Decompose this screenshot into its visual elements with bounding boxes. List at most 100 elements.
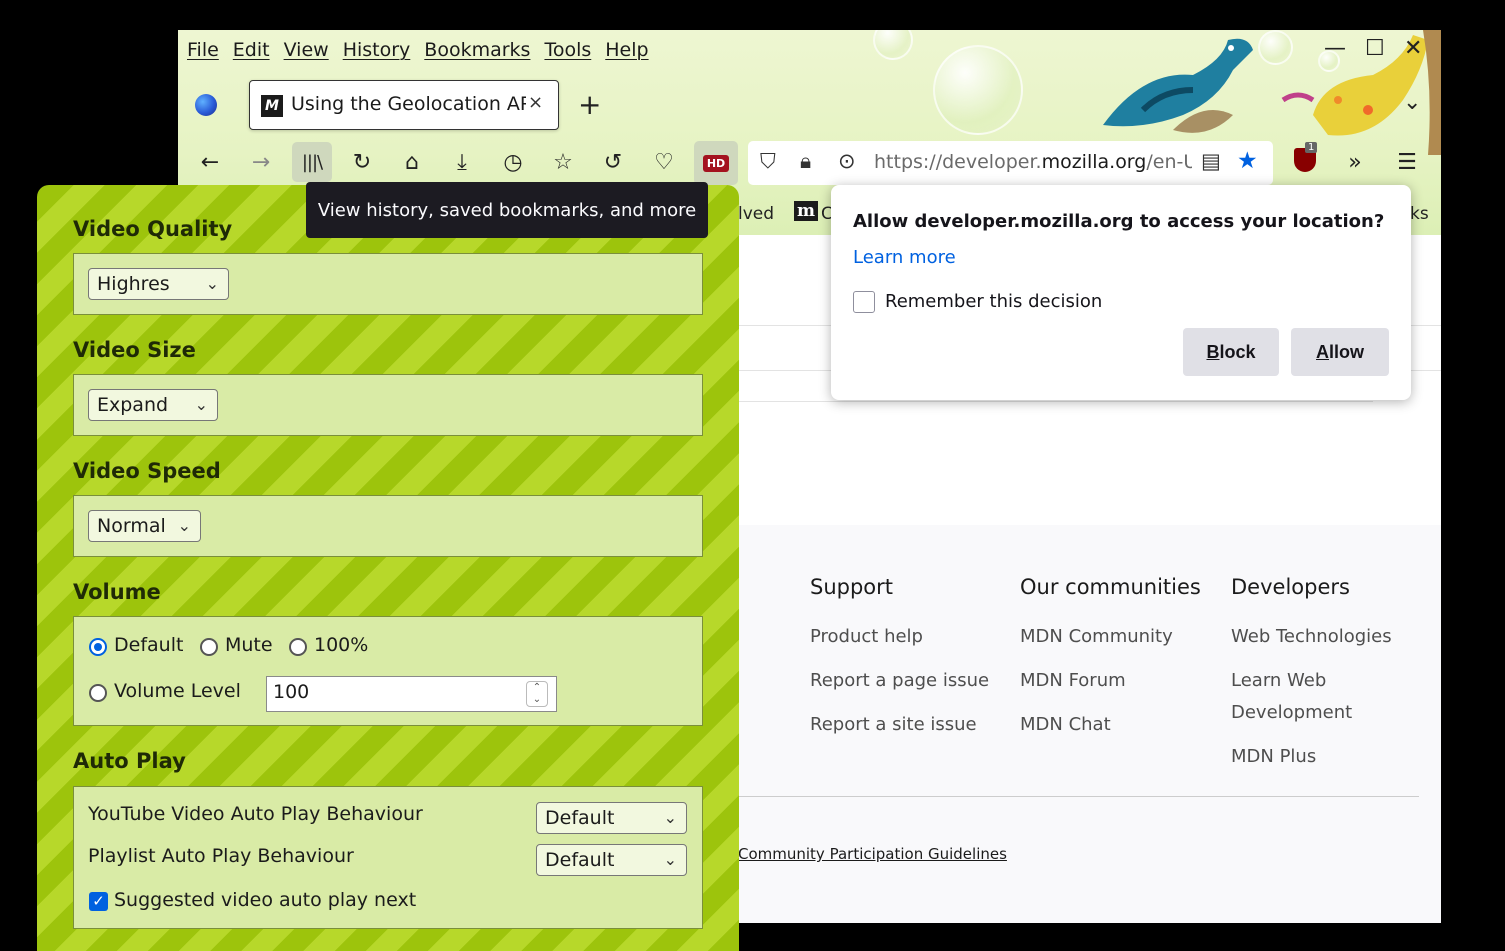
pocket-button[interactable]: ♡ xyxy=(644,142,684,182)
suggested-autoplay-label[interactable]: Suggested video auto play next xyxy=(114,889,416,911)
hd-extension-button[interactable]: HD xyxy=(694,141,738,185)
auto-play-box: YouTube Video Auto Play Behaviour Defaul… xyxy=(73,786,703,929)
tab-geolocation[interactable]: M Using the Geolocation API × xyxy=(249,80,559,130)
url-bar[interactable]: ⛉ 🔒︎ ⊙ https://developer.mozilla.org/en-… xyxy=(748,141,1273,185)
youtube-autoplay-label: YouTube Video Auto Play Behaviour xyxy=(88,803,423,825)
ublock-count-badge: 1 xyxy=(1305,142,1318,153)
menu-bookmarks[interactable]: Bookmarks xyxy=(424,39,530,61)
library-button[interactable]: |||\ xyxy=(292,142,332,182)
number-spinner-icon[interactable]: ⌃ ⌄ xyxy=(526,681,548,707)
menu-history[interactable]: History xyxy=(343,39,411,61)
theme-bubble-decoration xyxy=(873,30,913,60)
volume-default-radio[interactable] xyxy=(89,638,107,656)
menu-edit[interactable]: Edit xyxy=(233,39,270,61)
bookmark-item[interactable]: lved xyxy=(738,204,774,224)
reload-button[interactable]: ↻ xyxy=(342,142,382,182)
downloads-button[interactable]: ⤓ xyxy=(442,142,482,182)
footer-col-communities: Our communities MDN Community MDN Forum … xyxy=(1020,575,1201,753)
lock-icon[interactable]: 🔒︎ xyxy=(800,149,811,174)
location-permission-icon[interactable]: ⊙ xyxy=(838,149,856,173)
video-speed-box: Normal ⌄ xyxy=(73,495,703,557)
bookmark-item[interactable]: ks xyxy=(1410,204,1429,224)
volume-default-label[interactable]: Default xyxy=(114,634,183,656)
menu-view[interactable]: View xyxy=(284,39,329,61)
menu-help[interactable]: Help xyxy=(605,39,648,61)
overflow-extensions-button[interactable]: » xyxy=(1335,142,1375,182)
volume-level-radio[interactable] xyxy=(89,684,107,702)
youtube-autoplay-select[interactable]: Default ⌄ xyxy=(536,802,687,834)
footer-col-developers: Developers Web Technologies Learn Web De… xyxy=(1231,575,1411,785)
volume-level-input[interactable]: 100 ⌃ ⌄ xyxy=(266,676,557,712)
bookmarks-menu-button[interactable]: ☆ xyxy=(543,142,583,182)
bookmark-star-icon[interactable]: ★ xyxy=(1237,148,1258,174)
footer-link[interactable]: MDN Community xyxy=(1020,621,1201,653)
menu-tools[interactable]: Tools xyxy=(544,39,591,61)
home-button[interactable]: ⌂ xyxy=(392,142,432,182)
chevron-down-icon: ⌄ xyxy=(177,516,191,535)
suggested-autoplay-checkbox[interactable]: ✓ xyxy=(89,892,108,911)
select-value: Highres xyxy=(97,273,170,295)
tab-close-icon[interactable]: × xyxy=(528,92,543,113)
geolocation-permission-popup: Allow developer.mozilla.org to access yo… xyxy=(831,185,1411,400)
tab-title: Using the Geolocation API xyxy=(291,93,526,115)
minimize-button[interactable]: — xyxy=(1324,36,1346,61)
volume-level-label[interactable]: Volume Level xyxy=(114,680,241,702)
menu-file[interactable]: File xyxy=(187,39,219,61)
volume-100-radio[interactable] xyxy=(289,638,307,656)
playlist-autoplay-select[interactable]: Default ⌄ xyxy=(536,844,687,876)
firefox-logo-icon[interactable] xyxy=(195,94,217,116)
volume-100-label[interactable]: 100% xyxy=(314,634,368,656)
footer-link[interactable]: Web Technologies xyxy=(1231,621,1411,653)
footer-link[interactable]: Report a page issue xyxy=(810,665,989,697)
footer-link[interactable]: Product help xyxy=(810,621,989,653)
video-quality-heading: Video Quality xyxy=(73,217,233,241)
volume-mute-radio[interactable] xyxy=(200,638,218,656)
volume-box: Default Mute 100% Volume Level 100 ⌃ ⌄ xyxy=(73,616,703,726)
video-speed-select[interactable]: Normal ⌄ xyxy=(88,510,201,542)
new-tab-button[interactable]: + xyxy=(578,88,601,121)
learn-more-link[interactable]: Learn more xyxy=(853,247,956,268)
playlist-autoplay-label: Playlist Auto Play Behaviour xyxy=(88,845,354,867)
video-quality-select[interactable]: Highres ⌄ xyxy=(88,268,229,300)
allow-button[interactable]: Allow xyxy=(1291,328,1389,376)
chevron-down-icon: ⌄ xyxy=(663,808,677,827)
restore-session-button[interactable]: ↺ xyxy=(593,142,633,182)
tracking-protection-shield-icon[interactable]: ⛉ xyxy=(760,149,776,174)
chevron-down-icon: ⌄ xyxy=(194,395,208,414)
footer-link[interactable]: MDN Plus xyxy=(1231,741,1411,773)
block-button[interactable]: Block xyxy=(1183,328,1279,376)
permission-title: Allow developer.mozilla.org to access yo… xyxy=(853,211,1385,232)
maximize-button[interactable]: ☐ xyxy=(1365,36,1385,61)
footer-heading: Our communities xyxy=(1020,575,1201,599)
back-button[interactable]: ← xyxy=(190,142,230,182)
video-size-heading: Video Size xyxy=(73,338,196,362)
select-value: Expand xyxy=(97,394,169,416)
close-window-button[interactable]: ✕ xyxy=(1404,36,1422,61)
video-quality-box: Highres ⌄ xyxy=(73,253,703,315)
library-tooltip: View history, saved bookmarks, and more xyxy=(306,182,708,238)
url-text[interactable]: https://developer.mozilla.org/en-U xyxy=(874,151,1192,173)
app-menu-hamburger-icon[interactable]: ☰ xyxy=(1387,142,1427,182)
remember-decision-label[interactable]: Remember this decision xyxy=(885,291,1102,312)
participation-guidelines-link[interactable]: Community Participation Guidelines xyxy=(738,845,1007,863)
hd-badge: HD xyxy=(702,154,730,172)
history-button[interactable]: ◷ xyxy=(493,142,533,182)
list-all-tabs-chevron-icon[interactable]: ⌄ xyxy=(1403,90,1421,115)
menu-bar: File Edit View History Bookmarks Tools H… xyxy=(178,36,654,64)
footer-link[interactable]: MDN Forum xyxy=(1020,665,1201,697)
footer-link[interactable]: Learn Web Development xyxy=(1231,665,1411,729)
footer-link[interactable]: MDN Chat xyxy=(1020,709,1201,741)
forward-button[interactable]: → xyxy=(241,142,281,182)
video-options-panel: Video Quality Highres ⌄ Video Size Expan… xyxy=(37,185,739,951)
footer-divider xyxy=(738,796,1419,797)
reader-view-icon[interactable]: ▤ xyxy=(1201,149,1221,173)
footer-col-support: Support Product help Report a page issue… xyxy=(810,575,989,753)
footer-link[interactable]: Report a site issue xyxy=(810,709,989,741)
volume-mute-label[interactable]: Mute xyxy=(225,634,273,656)
remember-decision-checkbox[interactable] xyxy=(853,291,875,313)
footer-heading: Support xyxy=(810,575,894,599)
auto-play-heading: Auto Play xyxy=(73,749,186,773)
mdn-bookmark-icon[interactable]: m xyxy=(794,201,818,221)
video-size-select[interactable]: Expand ⌄ xyxy=(88,389,218,421)
video-size-box: Expand ⌄ xyxy=(73,374,703,436)
